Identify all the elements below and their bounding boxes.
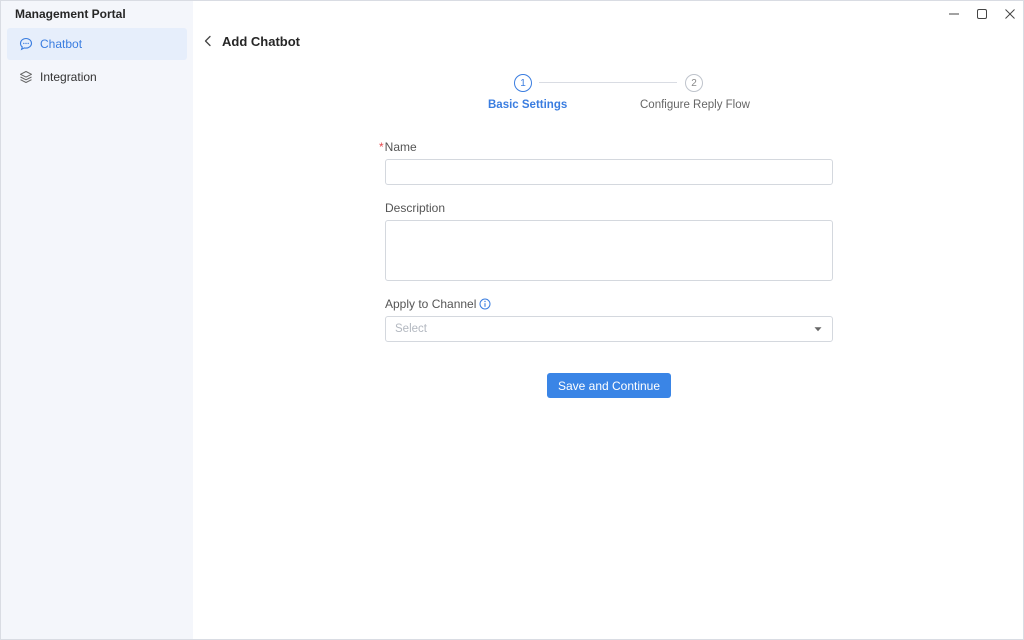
sidebar-item-chatbot[interactable]: Chatbot	[7, 28, 187, 60]
sidebar: Management Portal Chatbot Integration	[1, 1, 193, 639]
sidebar-item-integration[interactable]: Integration	[7, 61, 187, 93]
channel-label-text: Apply to Channel	[385, 297, 477, 311]
app-title: Management Portal	[15, 7, 126, 21]
save-and-continue-button[interactable]: Save and Continue	[547, 373, 671, 398]
minimize-icon	[949, 13, 959, 15]
step-1-indicator: 1	[514, 74, 532, 92]
maximize-icon	[977, 9, 987, 19]
app-window: Management Portal Chatbot Integration Ad…	[0, 0, 1024, 640]
back-button[interactable]	[200, 33, 216, 49]
name-label: *Name	[379, 140, 417, 154]
sidebar-item-label: Chatbot	[40, 37, 83, 51]
minimize-button[interactable]	[939, 4, 969, 24]
description-label: Description	[385, 201, 446, 215]
step-2-label: Configure Reply Flow	[640, 99, 750, 111]
caret-down-icon	[813, 324, 823, 334]
step-connector	[539, 82, 677, 83]
layers-icon	[19, 70, 33, 84]
channel-select-placeholder: Select	[395, 323, 427, 335]
step-2-indicator: 2	[685, 74, 703, 92]
name-field[interactable]	[385, 159, 833, 185]
channel-select[interactable]: Select	[385, 316, 833, 342]
close-button[interactable]	[995, 4, 1024, 24]
required-marker: *	[379, 140, 384, 154]
page-title: Add Chatbot	[222, 34, 300, 49]
info-icon[interactable]	[479, 298, 491, 310]
description-field[interactable]	[385, 220, 833, 281]
step-1-label: Basic Settings	[488, 99, 568, 111]
chevron-left-icon	[204, 35, 211, 47]
sidebar-item-label: Integration	[40, 70, 97, 84]
channel-label: Apply to Channel	[385, 297, 491, 311]
close-icon	[1005, 9, 1015, 19]
maximize-button[interactable]	[967, 4, 997, 24]
name-label-text: Name	[384, 140, 417, 154]
chat-bubble-icon	[19, 37, 33, 51]
